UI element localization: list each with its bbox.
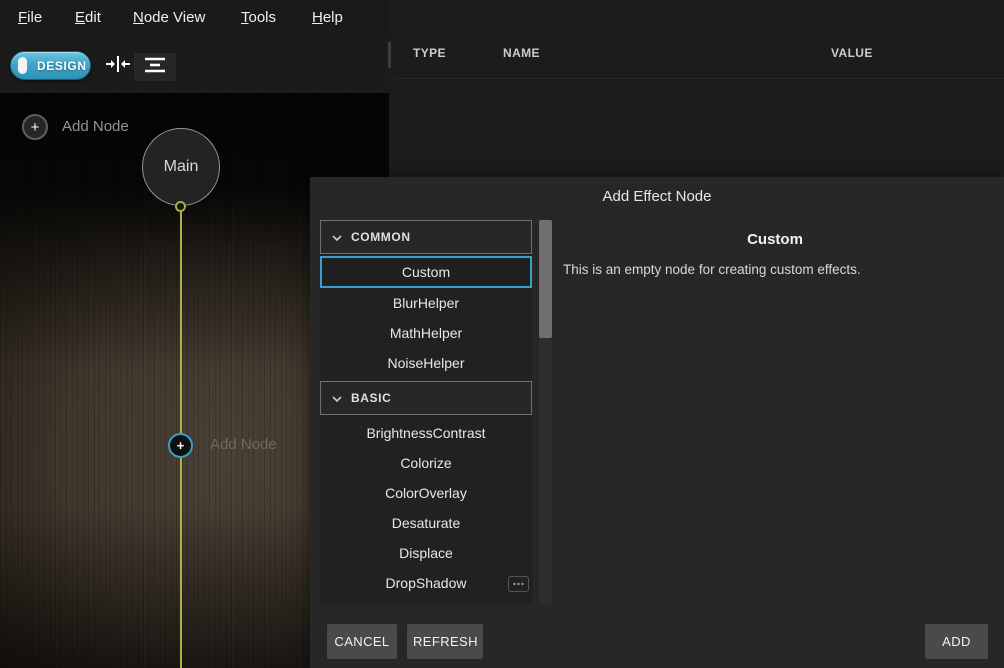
- list-item-label: DropShadow: [386, 575, 467, 591]
- collapse-horizontal-icon: [105, 53, 131, 80]
- add-node-label: Add Node: [210, 436, 277, 453]
- menu-tools[interactable]: Tools: [241, 9, 276, 26]
- main-node-output-port[interactable]: [175, 201, 186, 212]
- list-item-displace[interactable]: Displace: [320, 538, 532, 568]
- add-node-label: Add Node: [62, 118, 129, 135]
- section-basic[interactable]: BASIC: [320, 381, 532, 415]
- section-label: COMMON: [351, 230, 411, 244]
- list-item-mathhelper[interactable]: MathHelper: [320, 318, 532, 348]
- effect-description: This is an empty node for creating custo…: [555, 262, 995, 277]
- column-header-type: TYPE: [413, 46, 446, 60]
- section-common[interactable]: COMMON: [320, 220, 532, 254]
- properties-panel: TYPE NAME VALUE: [388, 0, 1004, 177]
- plus-icon: +: [22, 114, 48, 140]
- list-item-label: BlurHelper: [393, 295, 459, 311]
- section-label: BASIC: [351, 391, 391, 405]
- dialog-title: Add Effect Node: [310, 188, 1004, 205]
- layout-lines-button[interactable]: [134, 53, 176, 81]
- list-item-label: Displace: [399, 545, 453, 561]
- list-item-label: Colorize: [400, 455, 451, 471]
- list-item-colorize[interactable]: Colorize: [320, 448, 532, 478]
- main-node-label: Main: [164, 158, 199, 176]
- effect-detail-pane: Custom This is an empty node for creatin…: [555, 222, 995, 277]
- list-item-brightnesscontrast[interactable]: BrightnessContrast: [320, 418, 532, 448]
- list-scrollbar-track[interactable]: [539, 220, 552, 605]
- list-item-dropshadow[interactable]: DropShadow: [320, 568, 532, 598]
- center-lines-icon: [144, 56, 166, 79]
- menu-edit[interactable]: Edit: [75, 9, 101, 26]
- chevron-down-icon: [332, 389, 342, 407]
- main-node[interactable]: Main: [142, 128, 220, 206]
- panel-edge-decoration: [388, 42, 391, 68]
- list-item-desaturate[interactable]: Desaturate: [320, 508, 532, 538]
- plus-icon: +: [168, 433, 193, 458]
- list-item-custom[interactable]: Custom: [320, 256, 532, 288]
- list-item-label: Custom: [402, 264, 450, 280]
- effect-name-heading: Custom: [555, 231, 995, 248]
- collapse-panels-button[interactable]: [105, 55, 131, 77]
- list-scrollbar-thumb[interactable]: [539, 220, 552, 338]
- menu-node-view[interactable]: Node View: [133, 9, 205, 26]
- list-item-label: Desaturate: [392, 515, 460, 531]
- menu-help[interactable]: Help: [312, 9, 343, 26]
- add-button[interactable]: ADD: [925, 624, 988, 659]
- list-item-blurhelper[interactable]: BlurHelper: [320, 288, 532, 318]
- column-header-value: VALUE: [831, 46, 873, 60]
- list-item-coloroverlay[interactable]: ColorOverlay: [320, 478, 532, 508]
- list-item-noisehelper[interactable]: NoiseHelper: [320, 348, 532, 378]
- chevron-down-icon: [332, 228, 342, 246]
- app-window: File Edit Node View Tools Help TYPE NAME…: [0, 0, 1004, 668]
- cancel-button[interactable]: CANCEL: [327, 624, 397, 659]
- add-effect-node-dialog: Add Effect Node COMMON Custom BlurHelper…: [310, 177, 1004, 668]
- list-item-label: NoiseHelper: [387, 355, 464, 371]
- ellipsis-icon[interactable]: [508, 576, 529, 592]
- refresh-button[interactable]: REFRESH: [407, 624, 483, 659]
- toggle-knob-icon: [18, 57, 27, 74]
- design-mode-toggle[interactable]: DESIGN: [10, 51, 91, 80]
- menu-file[interactable]: File: [18, 9, 42, 26]
- column-header-name: NAME: [503, 46, 540, 60]
- header-divider: [396, 78, 1004, 79]
- list-item-label: BrightnessContrast: [366, 425, 485, 441]
- design-toggle-label: DESIGN: [37, 59, 87, 73]
- effect-list: COMMON Custom BlurHelper MathHelper Nois…: [320, 220, 532, 605]
- list-item-label: ColorOverlay: [385, 485, 467, 501]
- list-item-label: MathHelper: [390, 325, 462, 341]
